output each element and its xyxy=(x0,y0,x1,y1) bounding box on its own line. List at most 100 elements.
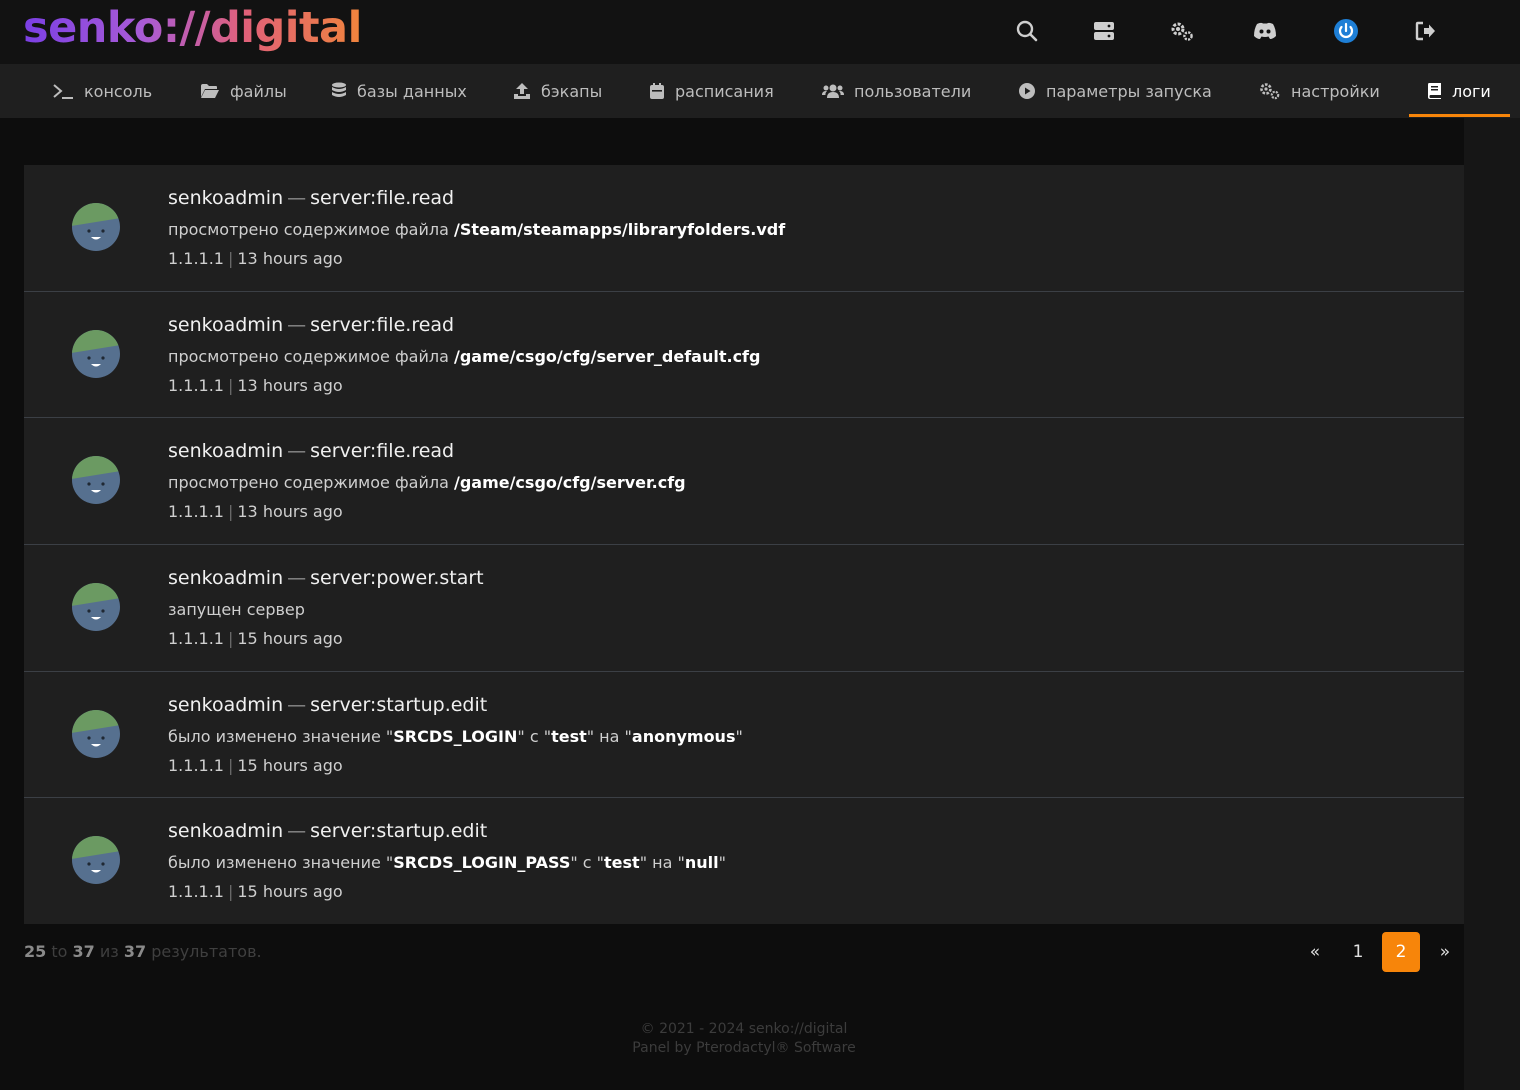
side-strip xyxy=(1464,118,1520,1090)
tab-backups[interactable]: бэкапы xyxy=(513,64,602,118)
log-desc-old-value: test xyxy=(604,853,640,873)
log-meta: 1.1.1.1 | 13 hours ago xyxy=(168,249,343,268)
log-desc-text: просмотрено содержимое файла xyxy=(168,220,454,239)
log-desc-key: SRCDS_LOGIN_PASS xyxy=(393,853,571,873)
users-icon xyxy=(822,84,844,98)
log-dash: — xyxy=(287,187,307,209)
calendar-icon xyxy=(650,83,664,99)
activity-log-list: senkoadmin — server:file.read просмотрено … xyxy=(24,165,1464,925)
results-summary: 25 to 37 из 37 результатов. xyxy=(24,942,262,961)
log-description: просмотрено содержимое файла /game/csgo/… xyxy=(168,473,686,492)
tab-console[interactable]: консоль xyxy=(52,64,152,118)
log-event: server:file.read xyxy=(310,313,455,336)
database-icon xyxy=(332,82,346,97)
search-icon[interactable] xyxy=(1011,16,1043,46)
log-ip: 1.1.1.1 xyxy=(168,375,224,395)
log-user[interactable]: senkoadmin xyxy=(168,694,283,716)
next-page-button[interactable]: » xyxy=(1426,932,1464,972)
tab-users[interactable]: пользователи xyxy=(822,64,971,118)
log-entry: senkoadmin — server:startup.edit было изме… xyxy=(24,671,1464,799)
results-from: 25 xyxy=(24,942,47,961)
log-dash: — xyxy=(287,440,307,463)
tab-label: параметры запуска xyxy=(1046,81,1212,101)
upload-icon xyxy=(514,83,530,99)
tab-logs[interactable]: логи xyxy=(1427,64,1491,118)
power-icon[interactable] xyxy=(1330,16,1362,46)
tab-schedules[interactable]: расписания xyxy=(649,64,774,118)
log-ip: 1.1.1.1 xyxy=(168,249,224,268)
tab-label: базы данных xyxy=(357,81,467,101)
log-user[interactable]: senkoadmin xyxy=(168,314,283,336)
avatar xyxy=(72,456,120,505)
tab-label: логи xyxy=(1452,81,1491,101)
log-desc-text: " xyxy=(718,853,726,873)
log-description: просмотрено содержимое файла /Steam/stea… xyxy=(168,220,785,239)
tab-startup[interactable]: параметры запуска xyxy=(1018,64,1212,118)
tab-label: файлы xyxy=(230,81,287,101)
footer-copyright: © 2021 - 2024 senko://digital xyxy=(640,1021,848,1037)
log-meta: 1.1.1.1 | 15 hours ago xyxy=(168,756,343,775)
log-sep: | xyxy=(227,882,234,902)
logout-icon[interactable] xyxy=(1410,16,1442,46)
log-sep: | xyxy=(227,755,234,775)
tab-databases[interactable]: базы данных xyxy=(331,64,467,118)
log-title: senkoadmin — server:startup.edit xyxy=(168,820,487,842)
log-sep: | xyxy=(227,249,234,268)
log-event: server:startup.edit xyxy=(310,693,488,716)
log-desc-file: /game/csgo/cfg/server.cfg xyxy=(453,473,686,493)
log-entry: senkoadmin — server:file.read просмотрено … xyxy=(24,165,1464,292)
log-desc-file: /Steam/steamapps/libraryfolders.vdf xyxy=(453,220,786,239)
log-entry: senkoadmin — server:power.start запущен се… xyxy=(24,545,1464,672)
results-text: результатов. xyxy=(146,942,262,961)
prev-page-button[interactable]: « xyxy=(1296,932,1334,972)
log-desc-key: SRCDS_LOGIN xyxy=(393,726,518,746)
log-entry: senkoadmin — server:startup.edit было изме… xyxy=(24,798,1464,925)
tab-label: настройки xyxy=(1291,81,1380,101)
log-dash: — xyxy=(287,313,307,336)
log-desc-text: было изменено значение " xyxy=(168,726,394,746)
log-desc-new-value: anonymous xyxy=(631,726,736,746)
page-button-1[interactable]: 1 xyxy=(1339,932,1377,972)
header-icon-bar xyxy=(1000,16,1460,46)
log-description: запущен сервер xyxy=(168,600,305,619)
play-circle-icon xyxy=(1019,83,1035,99)
avatar xyxy=(72,709,120,758)
log-event: server:startup.edit xyxy=(310,820,488,843)
log-desc-text: запущен сервер xyxy=(168,600,305,620)
log-time: 15 hours ago xyxy=(237,629,343,649)
avatar xyxy=(72,836,120,885)
footer-credit[interactable]: Panel by Pterodactyl® Software xyxy=(0,1039,1488,1058)
log-user[interactable]: senkoadmin xyxy=(168,820,283,842)
log-title: senkoadmin — server:file.read xyxy=(168,187,454,209)
results-text: to xyxy=(46,942,73,961)
log-desc-text: " на " xyxy=(586,726,632,746)
tab-label: пользователи xyxy=(854,81,972,101)
results-to: 37 xyxy=(72,942,95,961)
log-user[interactable]: senkoadmin xyxy=(168,440,283,462)
log-title: senkoadmin — server:startup.edit xyxy=(168,694,487,716)
folder-icon xyxy=(201,84,219,98)
log-dash: — xyxy=(287,567,307,590)
log-meta: 1.1.1.1 | 15 hours ago xyxy=(168,629,343,648)
log-desc-text: " с " xyxy=(517,726,552,746)
page-button-2[interactable]: 2 xyxy=(1382,932,1420,972)
log-user[interactable]: senkoadmin xyxy=(168,567,283,589)
servers-icon[interactable] xyxy=(1088,16,1120,46)
active-tab-indicator xyxy=(1409,114,1510,117)
log-ip: 1.1.1.1 xyxy=(168,755,224,775)
tab-settings[interactable]: настройки xyxy=(1259,64,1380,118)
log-user[interactable]: senkoadmin xyxy=(168,187,283,209)
logo[interactable]: senko://digital xyxy=(23,2,362,54)
log-meta: 1.1.1.1 | 13 hours ago xyxy=(168,376,343,395)
log-ip: 1.1.1.1 xyxy=(168,629,224,649)
tab-label: расписания xyxy=(675,81,774,101)
log-sep: | xyxy=(227,375,234,395)
admin-gears-icon[interactable] xyxy=(1166,16,1198,46)
log-ip: 1.1.1.1 xyxy=(168,882,224,902)
log-desc-text: " на " xyxy=(639,853,685,873)
tab-files[interactable]: файлы xyxy=(200,64,287,118)
book-icon xyxy=(1428,83,1441,99)
discord-icon[interactable] xyxy=(1249,16,1281,46)
log-desc-file: /game/csgo/cfg/server_default.cfg xyxy=(453,346,761,366)
log-event: server:file.read xyxy=(310,187,455,209)
